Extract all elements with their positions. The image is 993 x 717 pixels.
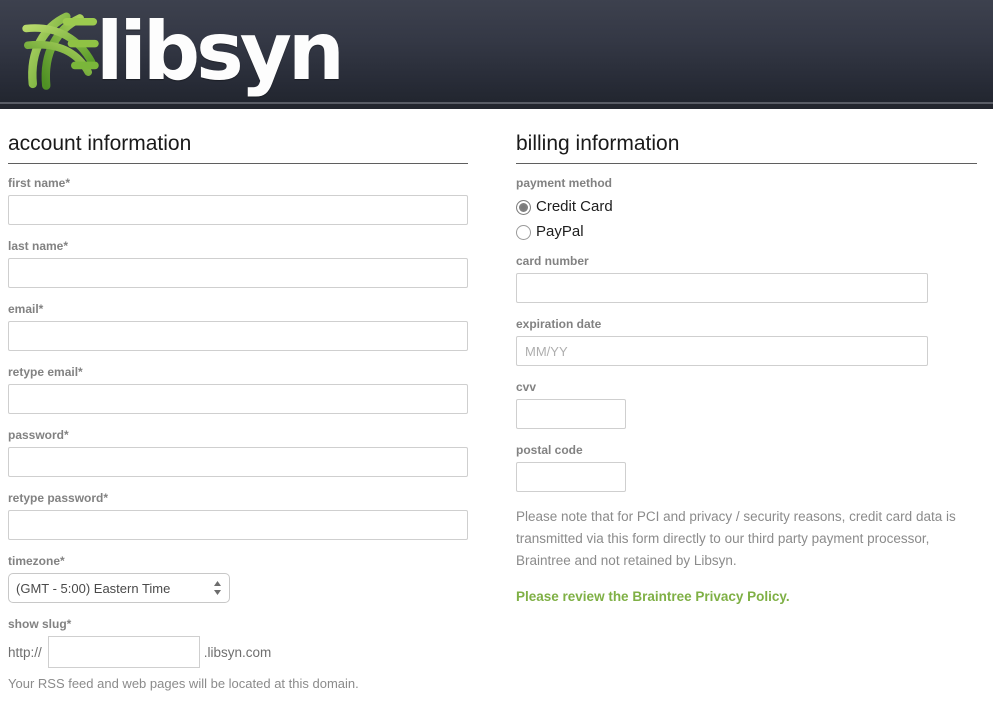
field-payment-method: payment method Credit Card PayPal — [516, 176, 977, 240]
input-retype-email[interactable] — [8, 384, 468, 414]
input-retype-password[interactable] — [8, 510, 468, 540]
field-card-number: card number — [516, 254, 977, 303]
field-retype-email: retype email* — [8, 365, 468, 414]
field-show-slug: show slug* http:// .libsyn.com Your RSS … — [8, 617, 468, 692]
account-section-title: account information — [8, 132, 468, 164]
input-show-slug[interactable] — [47, 636, 200, 668]
radio-credit-card-indicator[interactable] — [516, 199, 531, 215]
label-payment-method: payment method — [516, 176, 613, 190]
input-expiration-date[interactable] — [516, 336, 928, 366]
slug-prefix: http:// — [8, 644, 42, 660]
libsyn-leaf-mark — [22, 12, 99, 90]
slug-suffix: .libsyn.com — [203, 644, 272, 660]
libsyn-logo[interactable]: libsyn — [16, 4, 345, 100]
site-header: libsyn — [0, 0, 993, 104]
label-first-name: first name* — [8, 176, 71, 190]
select-timezone[interactable]: (GMT - 5:00) Eastern Time — [8, 573, 230, 603]
signup-page: libsyn account information first name* l… — [0, 0, 993, 717]
pci-notice-text: Please note that for PCI and privacy / s… — [516, 509, 956, 568]
field-last-name: last name* — [8, 239, 468, 288]
field-cvv: cvv — [516, 380, 977, 429]
label-postal-code: postal code — [516, 443, 583, 457]
label-show-slug: show slug* — [8, 617, 72, 631]
field-timezone: timezone* (GMT - 5:00) Eastern Time — [8, 554, 468, 603]
slug-helper-text: Your RSS feed and web pages will be loca… — [8, 676, 359, 691]
field-first-name: first name* — [8, 176, 468, 225]
slug-row: http:// .libsyn.com — [8, 636, 468, 668]
brand-wordmark: libsyn — [96, 5, 345, 98]
radio-paypal-indicator[interactable] — [516, 224, 531, 240]
field-expiration-date: expiration date — [516, 317, 977, 366]
label-expiration-date: expiration date — [516, 317, 602, 331]
label-retype-email: retype email* — [8, 365, 83, 379]
label-email: email* — [8, 302, 44, 316]
label-cvv: cvv — [516, 380, 537, 394]
label-retype-password: retype password* — [8, 491, 109, 505]
timezone-select-wrap: (GMT - 5:00) Eastern Time — [8, 573, 230, 603]
radio-credit-card-label: Credit Card — [536, 198, 613, 215]
braintree-privacy-policy-link[interactable]: Please review the Braintree Privacy Poli… — [516, 586, 977, 608]
radio-paypal[interactable]: PayPal — [516, 224, 977, 240]
input-email[interactable] — [8, 321, 468, 351]
label-timezone: timezone* — [8, 554, 65, 568]
input-password[interactable] — [8, 447, 468, 477]
label-last-name: last name* — [8, 239, 69, 253]
input-card-number[interactable] — [516, 273, 928, 303]
billing-information-column: billing information payment method Credi… — [516, 132, 977, 608]
input-first-name[interactable] — [8, 195, 468, 225]
input-cvv[interactable] — [516, 399, 626, 429]
field-retype-password: retype password* — [8, 491, 468, 540]
field-password: password* — [8, 428, 468, 477]
account-information-column: account information first name* last nam… — [8, 132, 468, 692]
radio-credit-card[interactable]: Credit Card — [516, 199, 977, 215]
input-last-name[interactable] — [8, 258, 468, 288]
radio-paypal-label: PayPal — [536, 223, 584, 240]
input-postal-code[interactable] — [516, 462, 626, 492]
billing-section-title: billing information — [516, 132, 977, 164]
field-postal-code: postal code — [516, 443, 977, 492]
field-email: email* — [8, 302, 468, 351]
label-password: password* — [8, 428, 69, 442]
header-bottom-rule — [0, 104, 993, 109]
label-card-number: card number — [516, 254, 589, 268]
